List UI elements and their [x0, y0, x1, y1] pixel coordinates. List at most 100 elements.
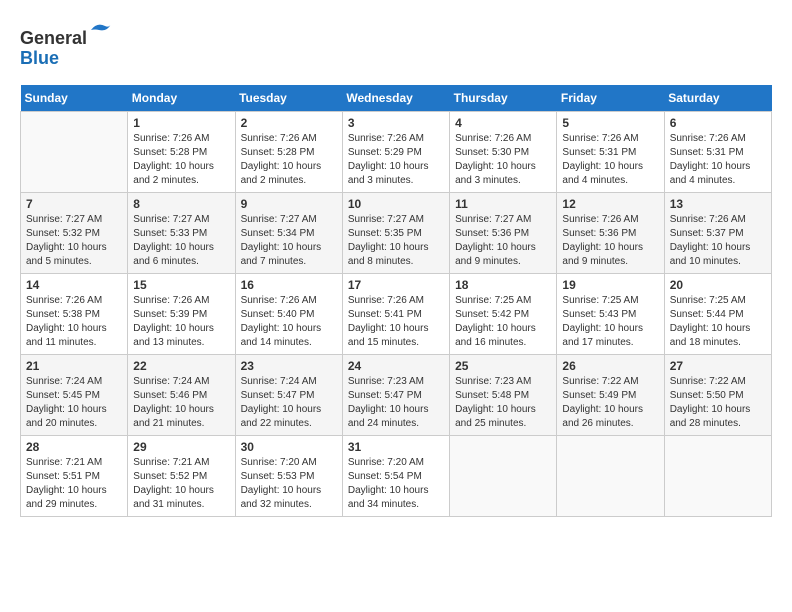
page-header: General Blue	[20, 20, 772, 69]
day-header-tuesday: Tuesday	[235, 85, 342, 112]
calendar-cell: 3Sunrise: 7:26 AM Sunset: 5:29 PM Daylig…	[342, 111, 449, 192]
calendar-cell: 27 Sunrise: 7:22 AM Sunset: 5:50 PM Dayli…	[664, 354, 771, 435]
day-number: 20	[670, 278, 766, 292]
day-number: 6	[670, 116, 766, 130]
calendar-cell: 15 Sunrise: 7:26 AM Sunset: 5:39 PM Dayli…	[128, 273, 235, 354]
day-header-monday: Monday	[128, 85, 235, 112]
day-number: 16	[241, 278, 337, 292]
day-number: 12	[562, 197, 658, 211]
day-header-sunday: Sunday	[21, 85, 128, 112]
day-info: Sunrise: 7:27 AM Sunset: 5:34 PM Dayligh…	[241, 213, 337, 269]
calendar-cell: 22 Sunrise: 7:24 AM Sunset: 5:46 PM Dayli…	[128, 354, 235, 435]
day-number: 24	[348, 359, 444, 373]
day-info: Sunrise: 7:26 AM Sunset: 5:28 PM Dayligh…	[133, 132, 229, 188]
day-number: 10	[348, 197, 444, 211]
calendar-cell: 1Sunrise: 7:26 AM Sunset: 5:28 PM Daylig…	[128, 111, 235, 192]
day-info: Sunrise: 7:24 AM Sunset: 5:45 PM Dayligh…	[26, 375, 122, 431]
calendar-cell: 10 Sunrise: 7:27 AM Sunset: 5:35 PM Dayli…	[342, 192, 449, 273]
calendar-cell: 8 Sunrise: 7:27 AM Sunset: 5:33 PM Daylig…	[128, 192, 235, 273]
calendar-cell: 31 Sunrise: 7:20 AM Sunset: 5:54 PM Dayli…	[342, 435, 449, 516]
calendar-cell: 23 Sunrise: 7:24 AM Sunset: 5:47 PM Dayli…	[235, 354, 342, 435]
day-info: Sunrise: 7:22 AM Sunset: 5:50 PM Dayligh…	[670, 375, 766, 431]
logo-blue: Blue	[20, 48, 59, 68]
day-info: Sunrise: 7:26 AM Sunset: 5:38 PM Dayligh…	[26, 294, 122, 350]
day-info: Sunrise: 7:21 AM Sunset: 5:52 PM Dayligh…	[133, 456, 229, 512]
day-info: Sunrise: 7:22 AM Sunset: 5:49 PM Dayligh…	[562, 375, 658, 431]
day-info: Sunrise: 7:26 AM Sunset: 5:30 PM Dayligh…	[455, 132, 551, 188]
calendar-cell: 28Sunrise: 7:21 AM Sunset: 5:51 PM Dayli…	[21, 435, 128, 516]
day-number: 21	[26, 359, 122, 373]
calendar-cell	[21, 111, 128, 192]
day-number: 27	[670, 359, 766, 373]
days-header-row: SundayMondayTuesdayWednesdayThursdayFrid…	[21, 85, 772, 112]
day-number: 22	[133, 359, 229, 373]
day-info: Sunrise: 7:27 AM Sunset: 5:36 PM Dayligh…	[455, 213, 551, 269]
calendar-cell: 5 Sunrise: 7:26 AM Sunset: 5:31 PM Daylig…	[557, 111, 664, 192]
calendar-cell: 20 Sunrise: 7:25 AM Sunset: 5:44 PM Dayli…	[664, 273, 771, 354]
day-header-friday: Friday	[557, 85, 664, 112]
day-info: Sunrise: 7:25 AM Sunset: 5:42 PM Dayligh…	[455, 294, 551, 350]
calendar-cell: 29 Sunrise: 7:21 AM Sunset: 5:52 PM Dayli…	[128, 435, 235, 516]
day-info: Sunrise: 7:24 AM Sunset: 5:47 PM Dayligh…	[241, 375, 337, 431]
day-number: 7	[26, 197, 122, 211]
calendar-cell: 21 Sunrise: 7:24 AM Sunset: 5:45 PM Dayli…	[21, 354, 128, 435]
day-info: Sunrise: 7:23 AM Sunset: 5:48 PM Dayligh…	[455, 375, 551, 431]
day-number: 28	[26, 440, 122, 454]
day-info: Sunrise: 7:26 AM Sunset: 5:36 PM Dayligh…	[562, 213, 658, 269]
day-info: Sunrise: 7:26 AM Sunset: 5:41 PM Dayligh…	[348, 294, 444, 350]
calendar-table: SundayMondayTuesdayWednesdayThursdayFrid…	[20, 85, 772, 517]
calendar-cell: 18 Sunrise: 7:25 AM Sunset: 5:42 PM Dayli…	[450, 273, 557, 354]
calendar-cell: 9 Sunrise: 7:27 AM Sunset: 5:34 PM Daylig…	[235, 192, 342, 273]
day-info: Sunrise: 7:27 AM Sunset: 5:35 PM Dayligh…	[348, 213, 444, 269]
calendar-cell: 19 Sunrise: 7:25 AM Sunset: 5:43 PM Dayli…	[557, 273, 664, 354]
day-info: Sunrise: 7:27 AM Sunset: 5:33 PM Dayligh…	[133, 213, 229, 269]
day-info: Sunrise: 7:25 AM Sunset: 5:43 PM Dayligh…	[562, 294, 658, 350]
logo-bird-icon	[89, 20, 113, 40]
day-info: Sunrise: 7:26 AM Sunset: 5:40 PM Dayligh…	[241, 294, 337, 350]
day-info: Sunrise: 7:26 AM Sunset: 5:39 PM Dayligh…	[133, 294, 229, 350]
day-number: 29	[133, 440, 229, 454]
day-header-thursday: Thursday	[450, 85, 557, 112]
day-number: 13	[670, 197, 766, 211]
calendar-cell: 12 Sunrise: 7:26 AM Sunset: 5:36 PM Dayli…	[557, 192, 664, 273]
calendar-cell: 13 Sunrise: 7:26 AM Sunset: 5:37 PM Dayli…	[664, 192, 771, 273]
day-number: 23	[241, 359, 337, 373]
day-info: Sunrise: 7:25 AM Sunset: 5:44 PM Dayligh…	[670, 294, 766, 350]
day-number: 31	[348, 440, 444, 454]
day-number: 5	[562, 116, 658, 130]
calendar-cell: 30 Sunrise: 7:20 AM Sunset: 5:53 PM Dayli…	[235, 435, 342, 516]
day-number: 19	[562, 278, 658, 292]
day-number: 4	[455, 116, 551, 130]
day-info: Sunrise: 7:26 AM Sunset: 5:37 PM Dayligh…	[670, 213, 766, 269]
calendar-cell: 14Sunrise: 7:26 AM Sunset: 5:38 PM Dayli…	[21, 273, 128, 354]
logo-general: General	[20, 28, 87, 48]
day-header-saturday: Saturday	[664, 85, 771, 112]
week-row-5: 28Sunrise: 7:21 AM Sunset: 5:51 PM Dayli…	[21, 435, 772, 516]
day-number: 15	[133, 278, 229, 292]
day-number: 11	[455, 197, 551, 211]
calendar-cell	[664, 435, 771, 516]
day-number: 2	[241, 116, 337, 130]
day-number: 9	[241, 197, 337, 211]
day-number: 17	[348, 278, 444, 292]
day-number: 26	[562, 359, 658, 373]
calendar-cell: 2 Sunrise: 7:26 AM Sunset: 5:28 PM Daylig…	[235, 111, 342, 192]
logo: General Blue	[20, 20, 113, 69]
week-row-1: 1Sunrise: 7:26 AM Sunset: 5:28 PM Daylig…	[21, 111, 772, 192]
day-info: Sunrise: 7:23 AM Sunset: 5:47 PM Dayligh…	[348, 375, 444, 431]
day-number: 30	[241, 440, 337, 454]
day-info: Sunrise: 7:27 AM Sunset: 5:32 PM Dayligh…	[26, 213, 122, 269]
week-row-2: 7 Sunrise: 7:27 AM Sunset: 5:32 PM Daylig…	[21, 192, 772, 273]
week-row-4: 21 Sunrise: 7:24 AM Sunset: 5:45 PM Dayli…	[21, 354, 772, 435]
day-number: 18	[455, 278, 551, 292]
calendar-cell: 26 Sunrise: 7:22 AM Sunset: 5:49 PM Dayli…	[557, 354, 664, 435]
week-row-3: 14Sunrise: 7:26 AM Sunset: 5:38 PM Dayli…	[21, 273, 772, 354]
day-info: Sunrise: 7:20 AM Sunset: 5:54 PM Dayligh…	[348, 456, 444, 512]
calendar-cell: 25Sunrise: 7:23 AM Sunset: 5:48 PM Dayli…	[450, 354, 557, 435]
day-info: Sunrise: 7:20 AM Sunset: 5:53 PM Dayligh…	[241, 456, 337, 512]
day-info: Sunrise: 7:24 AM Sunset: 5:46 PM Dayligh…	[133, 375, 229, 431]
day-info: Sunrise: 7:26 AM Sunset: 5:31 PM Dayligh…	[562, 132, 658, 188]
calendar-cell: 16 Sunrise: 7:26 AM Sunset: 5:40 PM Dayli…	[235, 273, 342, 354]
day-number: 8	[133, 197, 229, 211]
day-info: Sunrise: 7:26 AM Sunset: 5:28 PM Dayligh…	[241, 132, 337, 188]
